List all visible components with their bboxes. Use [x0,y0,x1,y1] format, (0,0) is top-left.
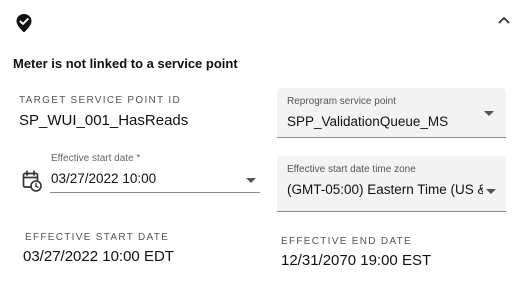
effective-start-date-field[interactable]: Effective start date * 03/27/2022 10:00 [50,152,260,194]
location-pin-check-icon [15,13,33,33]
target-service-point-value: SP_WUI_001_HasReads [19,112,189,129]
effective-start-timezone-select[interactable]: Effective start date time zone (GMT-05:0… [277,156,506,212]
effective-start-date-display-label: EFFECTIVE START DATE [25,232,170,243]
collapse-button[interactable] [493,11,515,29]
effective-start-date-label: Effective start date * [51,153,141,164]
chevron-up-icon [498,11,510,29]
effective-start-timezone-value: (GMT-05:00) Eastern Time (US & Canada) [287,182,483,197]
field-underline [50,192,260,193]
effective-start-timezone-label: Effective start date time zone [287,164,416,175]
effective-start-date-value: 03/27/2022 10:00 [51,171,157,186]
dropdown-caret-icon [484,111,494,116]
reprogram-service-point-value: SPP_ValidationQueue_MS [287,114,449,129]
effective-end-date-value: 12/31/2070 19:00 EST [281,252,432,269]
effective-start-date-display-value: 03/27/2022 10:00 EDT [23,248,174,265]
dropdown-caret-icon [246,178,256,183]
reprogram-service-point-label: Reprogram service point [287,96,396,107]
effective-end-date-label: EFFECTIVE END DATE [281,236,413,247]
dropdown-caret-icon [486,189,496,194]
reprogram-service-point-select[interactable]: Reprogram service point SPP_ValidationQu… [277,88,506,138]
target-service-point-label: TARGET SERVICE POINT ID [19,95,181,106]
calendar-clock-icon[interactable] [22,170,42,192]
unlinked-meter-warning: Meter is not linked to a service point [13,56,238,71]
